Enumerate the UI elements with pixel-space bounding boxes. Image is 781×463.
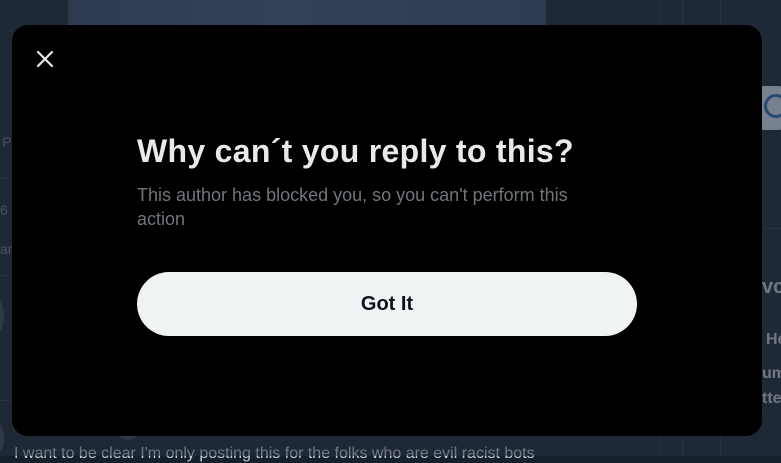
reply-restriction-dialog: Why can´t you reply to this? This author… bbox=[12, 25, 762, 436]
close-icon bbox=[36, 50, 54, 68]
dialog-description: This author has blocked you, so you can'… bbox=[137, 185, 568, 229]
dialog-title: Why can´t you reply to this? bbox=[137, 133, 574, 169]
close-button[interactable] bbox=[30, 44, 60, 74]
got-it-button[interactable]: Got It bbox=[137, 272, 637, 336]
